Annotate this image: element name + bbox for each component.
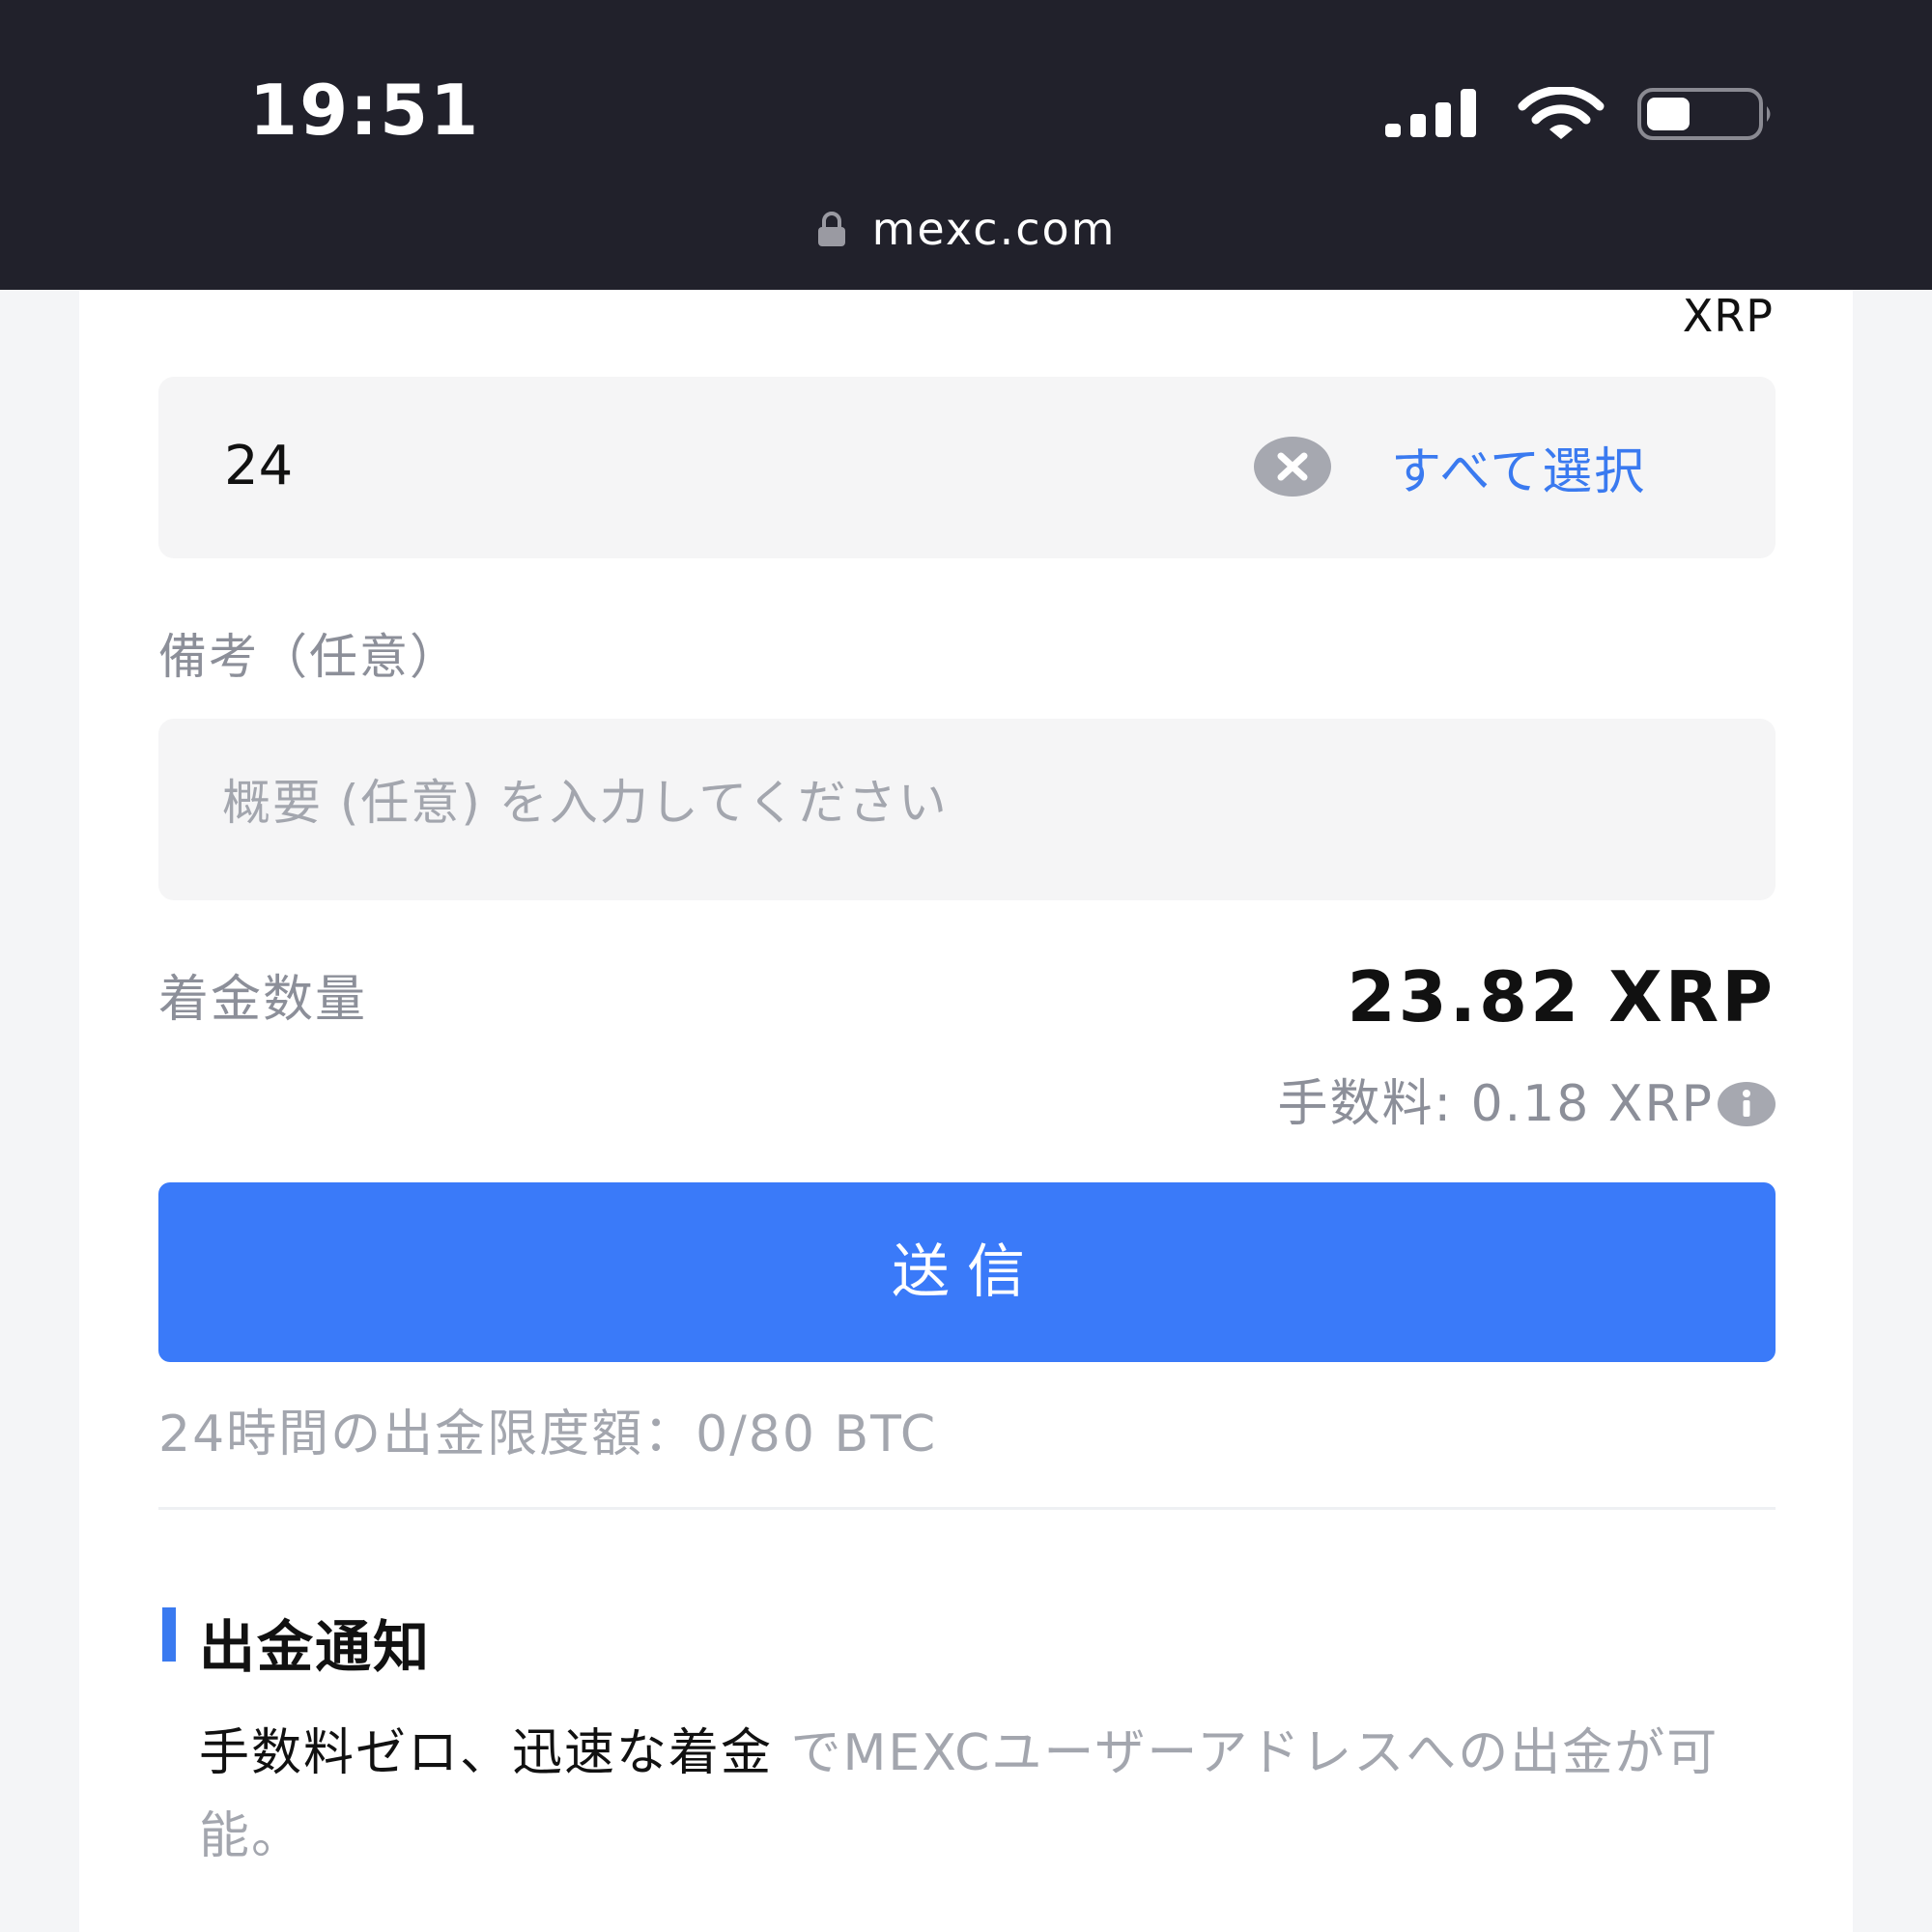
memo-label: 備考（任意） bbox=[158, 629, 460, 685]
receive-amount-value: 23.82 XRP bbox=[1347, 956, 1776, 1037]
url-bar[interactable]: mexc.com bbox=[0, 203, 1932, 255]
memo-field[interactable] bbox=[158, 719, 1776, 900]
select-all-link[interactable]: すべて選択 bbox=[1391, 431, 1646, 503]
memo-input[interactable] bbox=[222, 775, 1671, 831]
notice-accent-bar bbox=[162, 1607, 176, 1662]
status-bar: 19:51 mexc.com bbox=[0, 0, 1932, 290]
wifi-icon bbox=[1518, 87, 1605, 139]
signal-icon bbox=[1385, 89, 1476, 137]
lock-icon bbox=[817, 212, 845, 246]
amount-input[interactable]: 24 bbox=[224, 435, 293, 497]
info-icon[interactable] bbox=[1718, 1082, 1776, 1126]
notice-body: 手数料ゼロ、迅速な着金 でMEXCユーザーアドレスへの出金が可能。 bbox=[199, 1712, 1783, 1878]
clear-icon[interactable] bbox=[1254, 437, 1331, 497]
divider bbox=[158, 1507, 1776, 1510]
fee-text: 手数料: 0.18 XRP bbox=[1277, 1075, 1714, 1133]
notice-highlight: 手数料ゼロ、迅速な着金 bbox=[199, 1724, 774, 1782]
status-time: 19:51 bbox=[249, 70, 481, 151]
unit-label: XRP bbox=[1682, 290, 1774, 342]
notice-title: 出金通知 bbox=[199, 1614, 432, 1680]
url-text: mexc.com bbox=[871, 203, 1117, 255]
fee-row: 手数料: 0.18 XRP bbox=[1063, 1063, 1776, 1135]
receive-amount-label: 着金数量 bbox=[158, 971, 368, 1029]
amount-field[interactable]: 24 すべて選択 bbox=[158, 377, 1776, 558]
daily-limit-text: 24時間の出金限度額：0/80 BTC bbox=[158, 1406, 938, 1463]
send-button[interactable]: 送信 bbox=[158, 1182, 1776, 1362]
battery-icon bbox=[1637, 88, 1771, 140]
